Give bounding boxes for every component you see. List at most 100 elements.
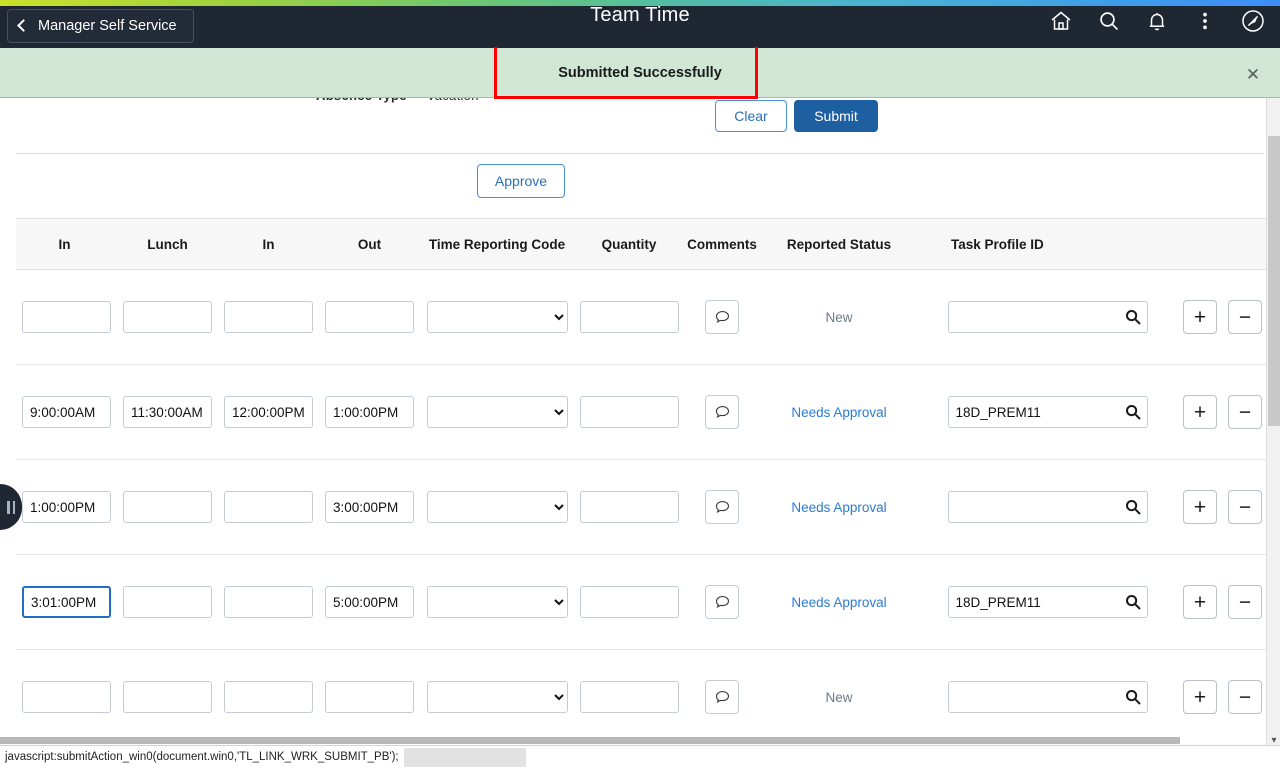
in-1-input[interactable] [22, 586, 111, 618]
browser-status-bar: javascript:submitAction_win0(document.wi… [0, 745, 1280, 768]
delete-row-button[interactable]: − [1228, 490, 1262, 524]
add-row-button[interactable]: + [1183, 490, 1217, 524]
task-profile-id-input[interactable] [947, 491, 1148, 523]
comment-bubble-icon[interactable] [705, 300, 739, 334]
in-2-input[interactable] [224, 396, 313, 428]
close-icon[interactable]: ✕ [1240, 61, 1266, 87]
horizontal-scrollbar[interactable] [0, 735, 1266, 745]
time-reporting-code-select[interactable] [426, 396, 568, 428]
in-1-input[interactable] [22, 396, 111, 428]
grid-body: New+−Needs Approval+−Needs Approval+−Nee… [16, 270, 1268, 745]
quantity-input[interactable] [579, 681, 679, 713]
time-reporting-code-select[interactable] [426, 301, 568, 333]
quantity-input[interactable] [579, 301, 679, 333]
comment-bubble-icon[interactable] [705, 490, 739, 524]
task-profile-id-lookup [947, 586, 1148, 618]
column-header-time-reporting-code: Time Reporting Code [428, 236, 566, 252]
time-entry-grid: In Lunch In Out Time Reporting Code Quan… [16, 218, 1268, 745]
horizontal-scrollbar-thumb[interactable] [0, 737, 1180, 744]
column-header-out: Out [357, 236, 382, 252]
quantity-input[interactable] [579, 491, 679, 523]
grid-header-row: In Lunch In Out Time Reporting Code Quan… [16, 218, 1268, 270]
task-profile-id-lookup [947, 301, 1148, 333]
in-1-input[interactable] [22, 491, 111, 523]
out-input[interactable] [325, 491, 414, 523]
task-profile-id-input[interactable] [947, 681, 1148, 713]
column-header-comments: Comments [687, 236, 757, 252]
success-message-banner: Submitted Successfully ✕ [0, 47, 1280, 98]
delete-row-button[interactable]: − [1228, 680, 1262, 714]
delete-row-button[interactable]: − [1228, 300, 1262, 334]
notifications-bell-icon[interactable] [1140, 4, 1174, 38]
vertical-scrollbar[interactable]: ▾ [1266, 98, 1280, 748]
in-1-input[interactable] [22, 301, 111, 333]
out-input[interactable] [325, 396, 414, 428]
column-header-reported-status: Reported Status [786, 236, 892, 252]
out-input[interactable] [325, 586, 414, 618]
submit-button[interactable]: Submit [794, 100, 878, 132]
lunch-input[interactable] [123, 396, 212, 428]
column-header-lunch: Lunch [147, 236, 188, 252]
quantity-input[interactable] [579, 586, 679, 618]
navbar-compass-icon[interactable] [1236, 4, 1270, 38]
page-content: Absence Type Vacation Clear Submit Appro… [0, 98, 1268, 748]
delete-row-button[interactable]: − [1228, 585, 1262, 619]
lunch-input[interactable] [123, 491, 212, 523]
back-to-manager-self-service-button[interactable]: Manager Self Service [7, 8, 194, 43]
in-2-input[interactable] [224, 586, 313, 618]
add-row-button[interactable]: + [1183, 585, 1217, 619]
app-window: Manager Self Service Team Time Submitted… [0, 0, 1280, 768]
magnifier-lookup-icon[interactable] [1124, 498, 1142, 516]
vertical-scrollbar-thumb[interactable] [1268, 136, 1280, 426]
task-profile-id-lookup [947, 396, 1148, 428]
task-profile-id-input[interactable] [947, 396, 1148, 428]
panel-toggle-icon [7, 500, 15, 514]
status-bar-filler [404, 748, 526, 767]
add-row-button[interactable]: + [1183, 680, 1217, 714]
table-row: Needs Approval +− [16, 555, 1268, 650]
comment-bubble-icon[interactable] [705, 395, 739, 429]
reported-status-link[interactable]: Needs Approval [791, 595, 886, 610]
column-header-task-profile-id: Task Profile ID [951, 236, 1044, 252]
time-reporting-code-select[interactable] [426, 586, 568, 618]
add-row-button[interactable]: + [1183, 300, 1217, 334]
reported-status-text: New [825, 309, 853, 325]
comment-bubble-icon[interactable] [705, 585, 739, 619]
comment-bubble-icon[interactable] [705, 680, 739, 714]
lunch-input[interactable] [123, 301, 212, 333]
table-row: New + − [16, 270, 1268, 365]
magnifier-lookup-icon[interactable] [1124, 688, 1142, 706]
in-2-input[interactable] [224, 681, 313, 713]
task-profile-id-input[interactable] [947, 301, 1148, 333]
reported-status-link[interactable]: Needs Approval [791, 500, 886, 515]
quantity-input[interactable] [579, 396, 679, 428]
column-header-in-2: In [262, 236, 275, 252]
in-2-input[interactable] [224, 301, 313, 333]
delete-row-button[interactable]: − [1228, 395, 1262, 429]
app-header: Manager Self Service Team Time [0, 0, 1280, 47]
in-1-input[interactable] [22, 681, 111, 713]
out-input[interactable] [325, 301, 414, 333]
add-row-button[interactable]: + [1183, 395, 1217, 429]
time-reporting-code-select[interactable] [426, 681, 568, 713]
clear-button[interactable]: Clear [715, 100, 787, 132]
banner-message-text: Submitted Successfully [558, 64, 722, 81]
out-input[interactable] [325, 681, 414, 713]
magnifier-lookup-icon[interactable] [1124, 308, 1142, 326]
in-2-input[interactable] [224, 491, 313, 523]
section-divider [16, 153, 1264, 154]
column-header-quantity: Quantity [601, 236, 657, 252]
task-profile-id-lookup [947, 491, 1148, 523]
actions-menu-icon[interactable] [1188, 4, 1222, 38]
search-icon[interactable] [1092, 4, 1126, 38]
magnifier-lookup-icon[interactable] [1124, 593, 1142, 611]
magnifier-lookup-icon[interactable] [1124, 403, 1142, 421]
home-icon[interactable] [1044, 4, 1078, 38]
table-row: Needs Approval +− [16, 460, 1268, 555]
reported-status-link[interactable]: Needs Approval [791, 405, 886, 420]
lunch-input[interactable] [123, 681, 212, 713]
task-profile-id-input[interactable] [947, 586, 1148, 618]
approve-button[interactable]: Approve [477, 164, 565, 198]
time-reporting-code-select[interactable] [426, 491, 568, 523]
lunch-input[interactable] [123, 586, 212, 618]
